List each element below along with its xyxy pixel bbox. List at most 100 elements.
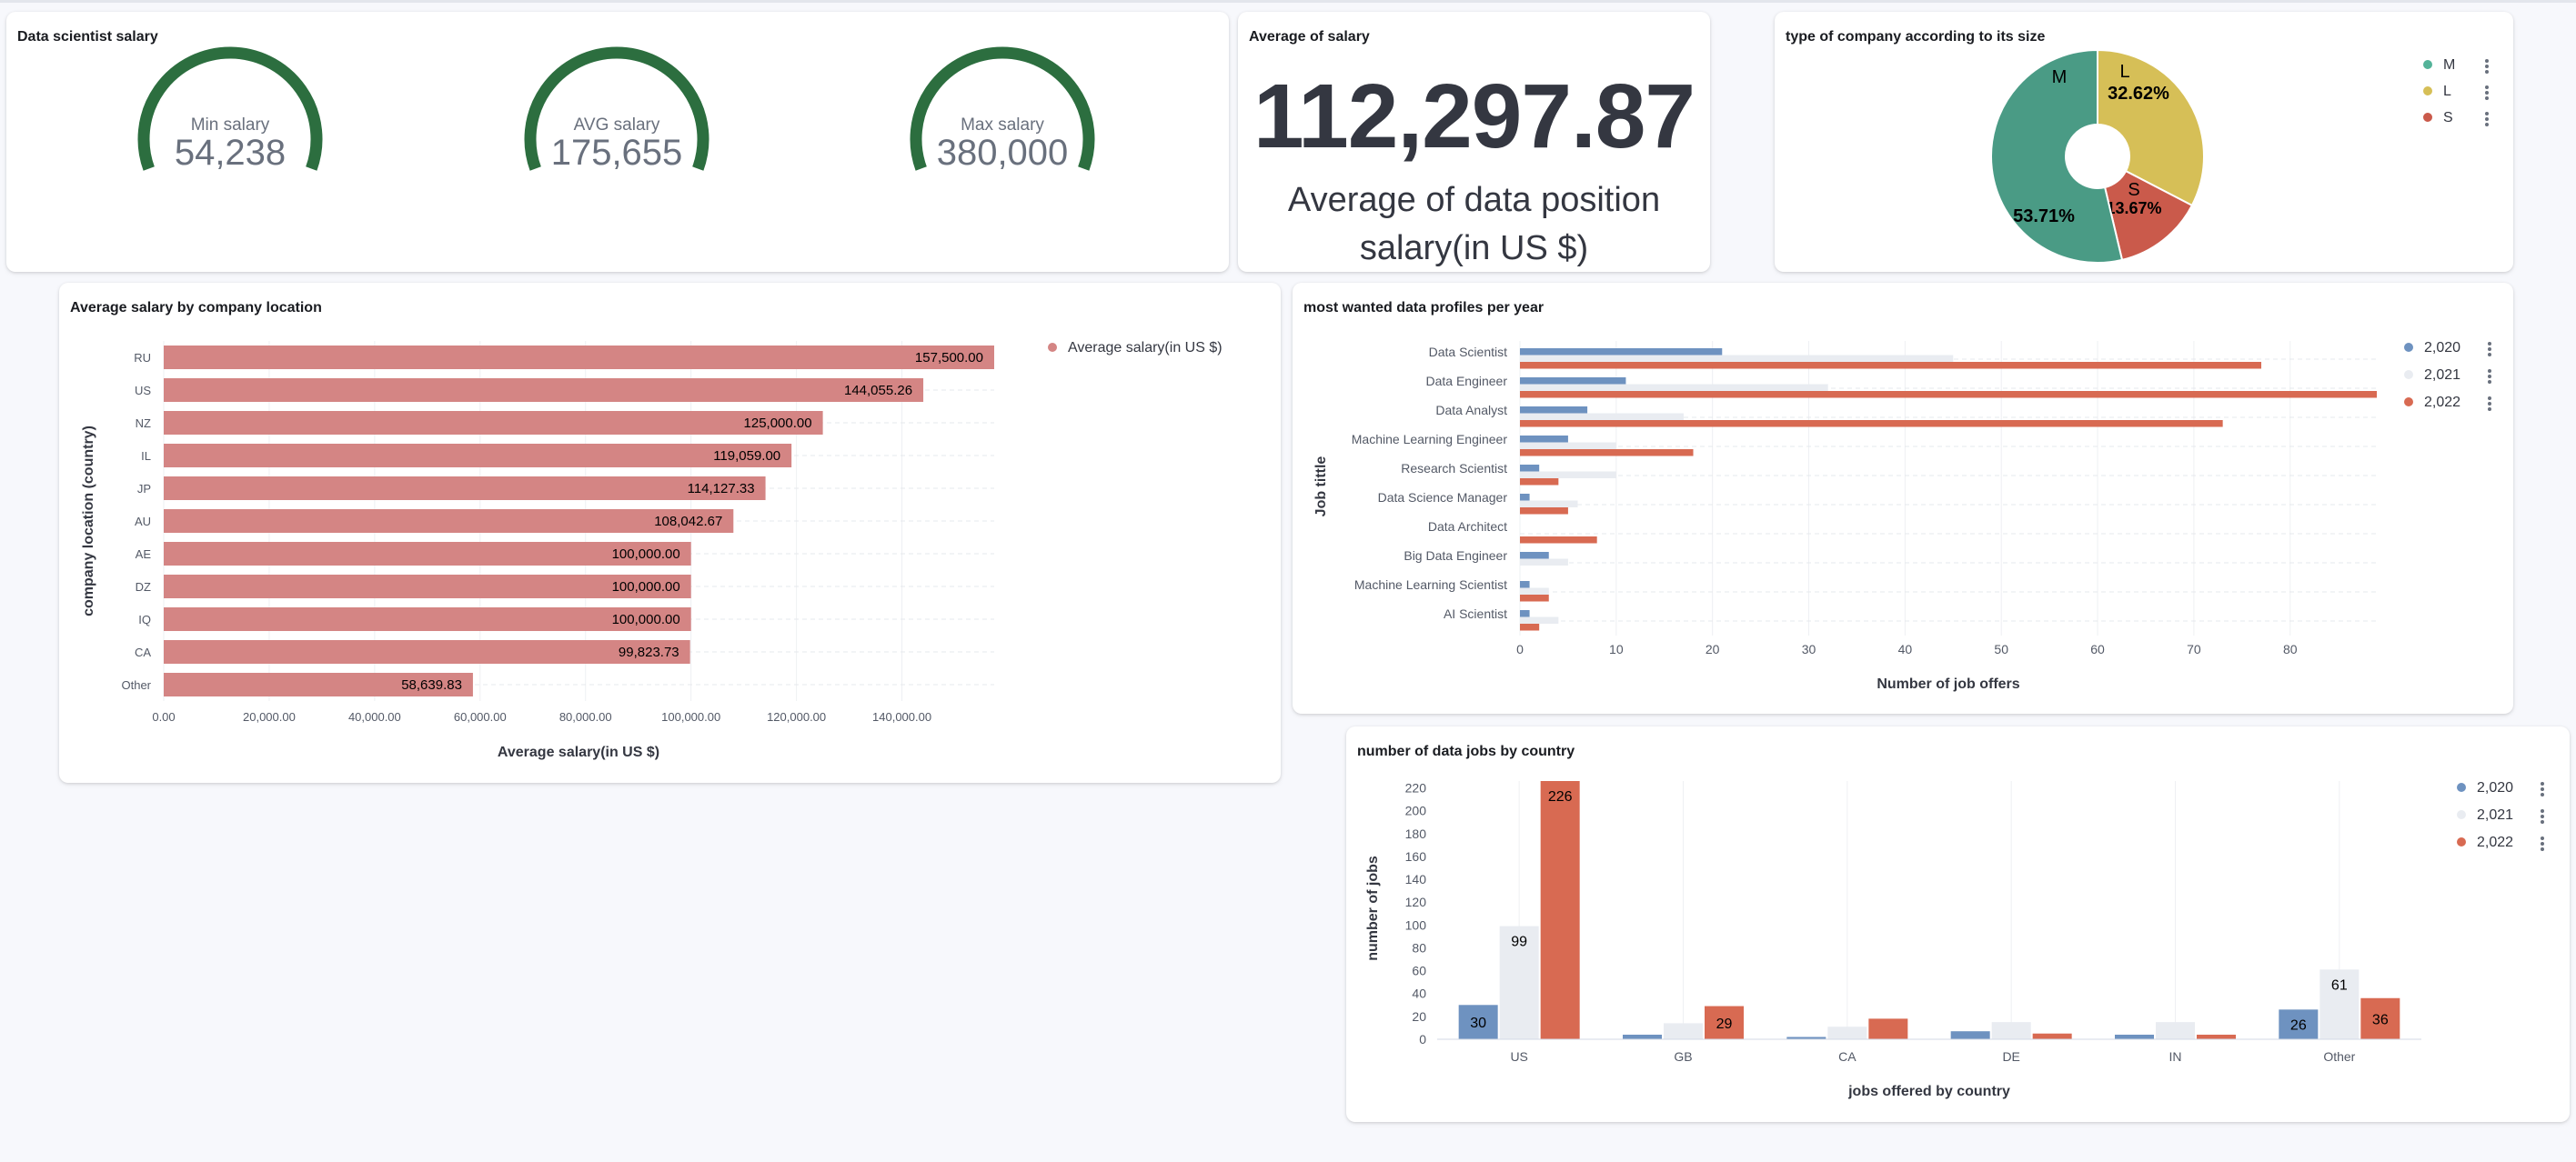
- pie-slice-label: L: [2119, 62, 2129, 82]
- bar-2020: [1520, 348, 1723, 356]
- legend-dot: [2423, 85, 2432, 95]
- y-tick-label: US: [135, 384, 151, 397]
- bar-value-label: 108,042.67: [654, 514, 722, 529]
- y-tick-label: NZ: [136, 416, 151, 430]
- bar: [164, 509, 734, 533]
- bar-value-label: 119,059.00: [713, 448, 780, 464]
- bar-value-label: 99,823.73: [619, 645, 679, 660]
- country-chart: 0 20 40 60 80 100 120 140 160 180 200 220 30 99 226 US 2…: [1365, 781, 2421, 1099]
- legend-item[interactable]: M: [2423, 57, 2455, 74]
- pie-slice-label: M: [2052, 67, 2068, 87]
- legend-dot: [2423, 59, 2432, 69]
- bar-2021: [1520, 442, 1616, 449]
- bar-2022: [2032, 1033, 2072, 1039]
- bar-value-label: 29: [1716, 1017, 1733, 1032]
- y-tick-label: Data Architect: [1428, 519, 1507, 534]
- y-tick-label: Machine Learning Scientist: [1354, 577, 1507, 592]
- x-axis-title: Average salary(in US $): [498, 745, 659, 760]
- bar-2020: [1950, 1031, 1990, 1039]
- bar-2020: [1520, 552, 1549, 559]
- pie-panel: type of company according to its size L3…: [1775, 12, 2513, 272]
- y-axis-title: company location (country): [81, 426, 96, 616]
- legend-options-icon[interactable]: [2541, 809, 2546, 826]
- y-tick-label: Other: [121, 678, 151, 692]
- pie-slice-l: [2097, 48, 2205, 207]
- legend-options-icon[interactable]: [2485, 59, 2490, 75]
- y-tick-label: JP: [137, 482, 151, 496]
- y-tick-label: 40: [1412, 987, 1426, 1001]
- legend-options-icon[interactable]: [2541, 836, 2546, 853]
- x-tick-label: 30: [1802, 642, 1816, 656]
- x-tick-label: 80: [2283, 642, 2298, 656]
- bar-2020: [1520, 377, 1626, 385]
- y-tick-label: Data Engineer: [1425, 374, 1507, 388]
- x-axis-title: Number of job offers: [1877, 676, 2019, 692]
- legend-dot: [2404, 396, 2413, 406]
- legend-label: 2,022: [2424, 395, 2461, 410]
- x-axis-title: jobs offered by country: [1847, 1084, 2010, 1099]
- legend-options-icon[interactable]: [2488, 342, 2493, 358]
- legend-item[interactable]: 2,020: [2457, 780, 2513, 796]
- legend-item[interactable]: 2,021: [2404, 367, 2460, 384]
- x-tick-label: 50: [1994, 642, 2008, 656]
- y-tick-label: 60: [1412, 964, 1426, 978]
- bar-value-label: 61: [2331, 977, 2348, 993]
- profiles-chart: 0 10 20 30 40 50 60 70 80 Data Scientist Data Engi…: [1313, 341, 2377, 692]
- x-tick-label: CA: [1838, 1049, 1857, 1064]
- legend-label: 2,021: [2477, 807, 2514, 823]
- legend-item[interactable]: 2,021: [2457, 807, 2513, 824]
- legend-item[interactable]: 2,020: [2404, 340, 2460, 356]
- x-tick-label: IN: [2169, 1049, 2182, 1064]
- legend-item[interactable]: L: [2423, 84, 2451, 100]
- y-tick-label: DZ: [136, 580, 151, 594]
- bar: [164, 476, 766, 500]
- y-tick-label: CA: [135, 646, 151, 659]
- top-border: [0, 0, 2576, 3]
- legend-dot: [2404, 342, 2413, 352]
- bar-value-label: 30: [1470, 1016, 1486, 1031]
- legend-item[interactable]: Average salary(in US $): [1048, 340, 1223, 356]
- metric-caption-line1: Average of data position: [1287, 181, 1661, 219]
- y-tick-label: 20: [1412, 1009, 1426, 1024]
- x-tick-label: DE: [2002, 1049, 2019, 1064]
- bar-2022: [1520, 536, 1597, 544]
- bar-2022: [2197, 1034, 2236, 1039]
- bar-2021: [1827, 1027, 1867, 1039]
- legend-label: L: [2443, 84, 2451, 99]
- legend-label: 2,022: [2477, 835, 2514, 850]
- x-tick-label: 20: [1706, 642, 1720, 656]
- y-tick-label: Data Analyst: [1435, 403, 1507, 417]
- gauge-value: 54,238: [175, 133, 286, 173]
- bar-value-label: 58,639.83: [401, 677, 462, 693]
- legend-options-icon[interactable]: [2541, 782, 2546, 798]
- bar-2022: [1868, 1018, 1908, 1039]
- legend-item[interactable]: S: [2423, 110, 2453, 126]
- profiles-panel: most wanted data profiles per year 0 10 20…: [1293, 283, 2513, 714]
- bar-2020: [1520, 465, 1540, 472]
- metric-value: 112,297.87: [1253, 65, 1696, 167]
- legend-options-icon[interactable]: [2488, 396, 2493, 413]
- bar-2021: [1520, 558, 1568, 566]
- bar-value-label: 100,000.00: [612, 579, 680, 595]
- pie-chart: L32.62% S13.67% M 53.71%: [1990, 48, 2205, 264]
- bar-2022: [1520, 420, 2223, 427]
- bar-2020: [1623, 1034, 1662, 1039]
- legend-options-icon[interactable]: [2485, 85, 2490, 102]
- metric-caption-line2: salary(in US $): [1359, 229, 1589, 267]
- gauge-label: AVG salary: [574, 115, 660, 135]
- bar-2021: [1520, 355, 1954, 362]
- legend-options-icon[interactable]: [2485, 112, 2490, 128]
- legend-label: M: [2443, 57, 2456, 73]
- bar-value-label: 226: [1548, 789, 1573, 805]
- legend-dot: [1048, 342, 1057, 352]
- x-tick-label: 40: [1898, 642, 1913, 656]
- legend-dot: [2404, 369, 2413, 379]
- legend-item[interactable]: 2,022: [2457, 835, 2513, 851]
- bar-2022: [1540, 781, 1580, 1039]
- bar-2022: [1520, 449, 1694, 456]
- bar: [164, 444, 792, 467]
- legend-item[interactable]: 2,022: [2404, 395, 2460, 411]
- y-axis-title: number of jobs: [1365, 856, 1381, 961]
- location-panel: Average salary by company location 0.00 2…: [59, 283, 1281, 783]
- legend-options-icon[interactable]: [2488, 369, 2493, 386]
